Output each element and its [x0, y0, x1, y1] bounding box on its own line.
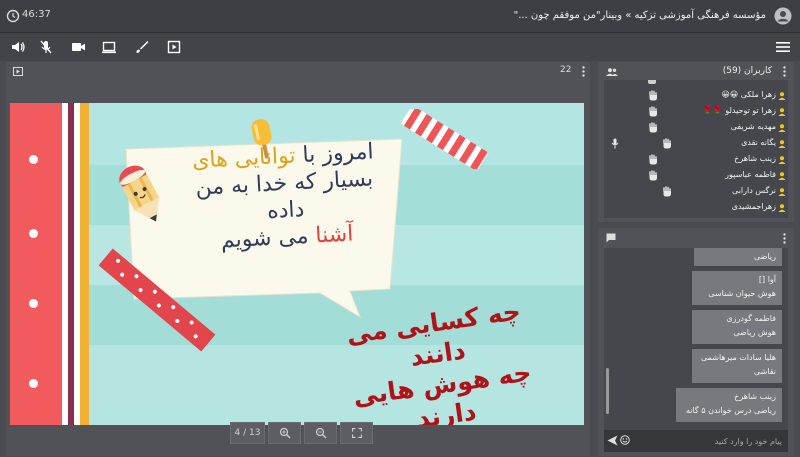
chat-message: زینب شاهرخ ریاضی درس خواندن ۵ گانه [676, 388, 782, 422]
user-row[interactable]: نرگس دارابی [604, 184, 788, 200]
user-row[interactable]: زهرا تو توحیدلو 🌹🌹 [604, 104, 788, 120]
binding-line [80, 103, 89, 425]
scrollbar-thumb[interactable] [606, 368, 609, 414]
message-text: هوش ریاضی [733, 328, 776, 337]
chat-input-bar [604, 430, 788, 452]
presentation-panel: 22 امروز با توانایی های بسیار که خدا به … [6, 62, 590, 456]
menu-icon[interactable] [776, 41, 790, 53]
user-name: زهرا ملکی 😀😀 [721, 90, 776, 99]
play-box-icon[interactable] [166, 39, 182, 55]
clock-icon [6, 9, 20, 23]
user-icon [778, 172, 786, 180]
meeting-title: مؤسسه فرهنگی آموزشی تزکیه » وبینار"من مو… [513, 10, 766, 21]
more-options-icon[interactable] [783, 233, 786, 244]
users-icon [606, 68, 618, 76]
user-row[interactable]: یگانه نقدی [604, 136, 788, 152]
more-options-icon[interactable] [783, 66, 786, 77]
fullscreen-button[interactable] [340, 422, 373, 444]
presentation-icon[interactable] [13, 67, 23, 76]
user-avatar-icon[interactable] [774, 7, 792, 25]
raised-hand-icon [663, 186, 671, 197]
user-row[interactable]: زهراجمشیدی [604, 200, 788, 216]
action-toolbar [0, 33, 800, 61]
raised-hand-icon [648, 80, 656, 84]
chat-messages[interactable]: ریاضی آوا [] هوش حیوان شناسی فاطمه گودرز… [604, 248, 788, 430]
slide-number: 22 [560, 65, 572, 75]
user-row[interactable]: زینب شاهرخ [604, 152, 788, 168]
message-text: ریاضی [754, 252, 776, 261]
chat-message: هلیا سادات میرهاشمی نقاشی [692, 349, 782, 383]
user-name: فاطمه عباسپور [725, 170, 776, 179]
users-list[interactable]: زهرا ملکی 😀😀 زهرا تو توحیدلو 🌹🌹 مهدیه شر… [604, 80, 788, 218]
chat-icon [606, 233, 616, 243]
zoom-out-icon [315, 427, 326, 439]
chat-message: فاطمه گودرزی هوش ریاضی [692, 310, 782, 344]
message-text: نقاشی [753, 367, 776, 376]
raised-hand-icon [649, 122, 657, 133]
user-name: زهراجمشیدی [731, 202, 776, 211]
message-text: هوش حیوان شناسی [708, 289, 776, 298]
user-icon [778, 204, 786, 212]
chat-message-input[interactable] [628, 433, 784, 450]
user-icon [778, 108, 786, 116]
mic-icon [611, 138, 619, 149]
zoom-out-button[interactable] [304, 422, 337, 444]
user-row[interactable]: فاطمه عباسپور [604, 168, 788, 184]
raised-hand-icon [649, 154, 657, 165]
chat-message: آوا [] هوش حیوان شناسی [692, 271, 782, 305]
session-timer: 46:37 [22, 9, 51, 20]
raised-hand-icon [649, 170, 657, 181]
user-name: یگانه نقدی [741, 138, 776, 147]
user-icon [778, 156, 786, 164]
users-panel: کاربران (59) زهرا ملکی 😀😀 زهرا تو توحیدل… [598, 62, 794, 222]
zoom-in-button[interactable] [268, 422, 301, 444]
chat-message: ریاضی [694, 248, 782, 266]
speaker-icon[interactable] [10, 39, 26, 55]
top-bar: 46:37 مؤسسه فرهنگی آموزشی تزکیه » وبینار… [0, 0, 800, 33]
binding-hole [29, 379, 38, 388]
send-icon[interactable] [607, 435, 618, 446]
card-text: امروز با توانایی های بسیار که خدا به من … [167, 137, 402, 257]
notebook-binding [10, 103, 62, 425]
slide-canvas: امروز با توانایی های بسیار که خدا به من … [10, 103, 584, 425]
user-name: زهرا تو توحیدلو 🌹🌹 [702, 106, 776, 115]
user-name: مهدیه شریفی [730, 122, 776, 131]
fullscreen-icon [351, 427, 362, 439]
user-icon [778, 188, 786, 196]
video-icon[interactable] [70, 39, 86, 55]
message-text: ریاضی درس خواندن ۵ گانه [685, 406, 776, 415]
pencil-character-icon [119, 165, 160, 222]
user-icon [778, 92, 786, 100]
binding-hole [29, 229, 38, 238]
user-name: زینب شاهرخ [734, 154, 776, 163]
user-icon [778, 140, 786, 148]
more-options-icon[interactable] [582, 66, 585, 77]
mic-muted-icon[interactable] [38, 39, 54, 55]
pen-icon[interactable] [134, 39, 150, 55]
chat-panel: ریاضی آوا [] هوش حیوان شناسی فاطمه گودرز… [598, 228, 794, 456]
dotted-tape-decoration [98, 248, 216, 352]
message-sender: آوا [] [758, 275, 776, 284]
binding-hole [29, 155, 38, 164]
binding-hole [29, 299, 38, 308]
user-icon [778, 124, 786, 132]
raised-hand-icon [649, 106, 657, 117]
raised-hand-icon [649, 90, 657, 101]
message-sender: هلیا سادات میرهاشمی [700, 353, 776, 362]
message-sender: فاطمه گودرزی [726, 314, 776, 323]
user-row[interactable]: مهدیه شریفی [604, 120, 788, 136]
message-sender: زینب شاهرخ [734, 392, 776, 401]
zoom-in-icon [279, 427, 290, 439]
user-name: نرگس دارابی [732, 186, 776, 195]
screen-share-icon[interactable] [101, 39, 117, 55]
user-row[interactable]: زهرا ملکی 😀😀 [604, 88, 788, 104]
users-title: کاربران (59) [722, 66, 772, 76]
page-indicator[interactable]: 4 / 13 [230, 422, 265, 444]
raised-hand-icon [663, 138, 671, 149]
